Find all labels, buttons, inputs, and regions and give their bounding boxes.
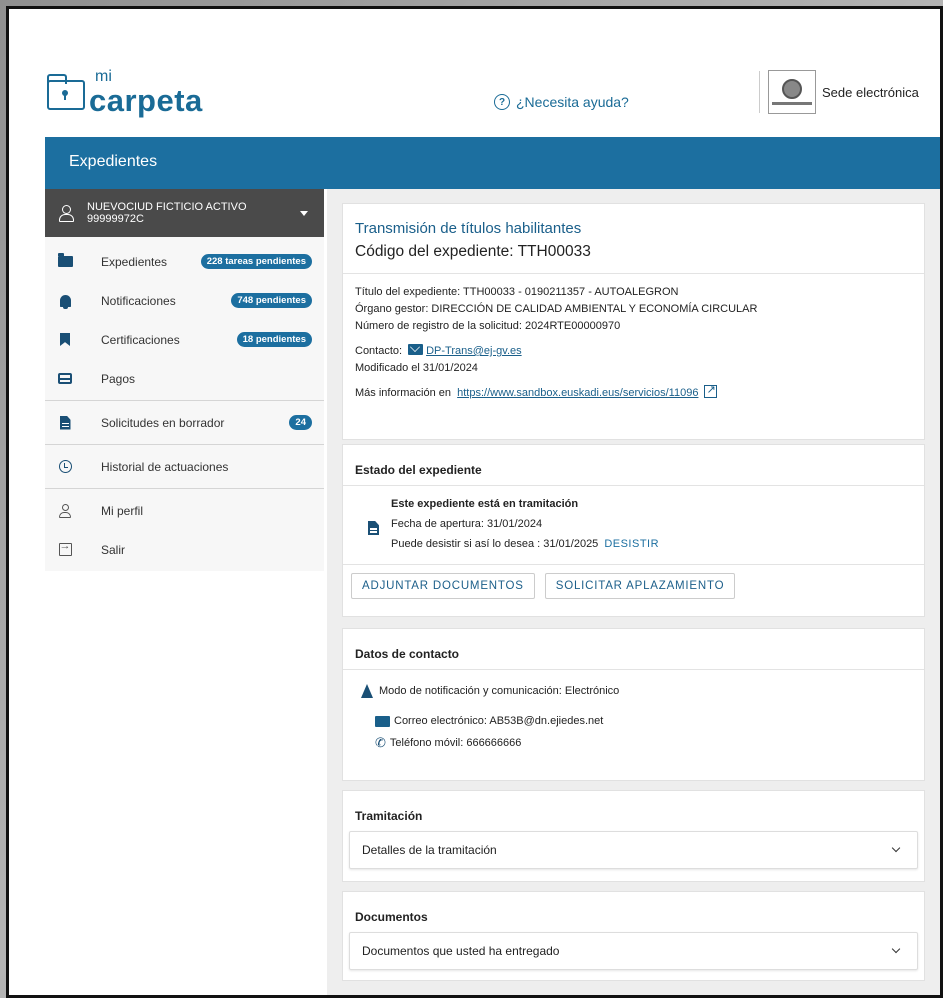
sidebar-item-label: Pagos (101, 371, 136, 386)
documentos-title: Documentos (355, 910, 428, 924)
bookmark-icon (60, 333, 70, 346)
phone-icon: ✆ (375, 735, 386, 750)
history-icon (58, 460, 72, 473)
pending-badge: 228 tareas pendientes (200, 254, 312, 269)
expediente-code: Código del expediente: TTH00033 (355, 243, 591, 260)
sede-label: Sede electrónica (822, 84, 919, 100)
desistir-link[interactable]: DESISTIR (604, 538, 659, 550)
pending-badge: 748 pendientes (231, 293, 312, 308)
modo-notificacion: Modo de notificación y comunicación: Ele… (379, 685, 620, 697)
expediente-organo: Órgano gestor: DIRECCIÓN DE CALIDAD AMBI… (355, 303, 758, 315)
card-icon (58, 373, 72, 384)
pending-badge: 24 (289, 415, 312, 430)
caret-down-icon (300, 210, 308, 216)
accordion-label: Documentos que usted ha entregado (362, 944, 560, 958)
contacto-row: Contacto: DP-Trans@ej-gv.es (355, 343, 912, 360)
user-name: NUEVOCIUD FICTICIO ACTIVO (87, 201, 247, 213)
logo-carpeta-text: carpeta (89, 83, 203, 118)
document-icon (368, 521, 379, 535)
expediente-card: Transmisión de títulos habilitantes Códi… (342, 203, 925, 440)
contacto-label: Contacto: (355, 345, 403, 357)
expediente-registro: Número de registro de la solicitud: 2024… (355, 320, 621, 332)
app-window: mi carpeta ? ¿Necesita ayuda? Sede elect… (6, 6, 943, 998)
sidebar-item-expedientes[interactable]: Expedientes 228 tareas pendientes (45, 242, 324, 281)
modificado-text: Modificado el 31/01/2024 (355, 362, 478, 374)
user-selector[interactable]: NUEVOCIUD FICTICIO ACTIVO 99999972C (45, 189, 324, 237)
mas-info-link[interactable]: https://www.sandbox.euskadi.eus/servicio… (457, 387, 698, 399)
folder-key-icon (46, 74, 85, 110)
navigation-arrow-icon (361, 684, 373, 698)
sidebar-item-label: Notificaciones (101, 293, 176, 308)
contacto-email-link[interactable]: DP-Trans@ej-gv.es (426, 345, 522, 357)
documentos-card: Documentos Documentos que usted ha entre… (342, 891, 925, 981)
question-icon: ? (494, 94, 510, 110)
mail-icon (408, 344, 424, 355)
expediente-titulo: Título del expediente: TTH00033 - 019021… (355, 286, 679, 298)
estado-card: Estado del expediente Este expediente es… (342, 444, 925, 617)
fecha-apertura: Fecha de apertura: 31/01/2024 (391, 518, 543, 530)
estado-title: Estado del expediente (343, 445, 924, 486)
sidebar-item-historial[interactable]: Historial de actuaciones (45, 447, 324, 486)
chevron-down-icon (891, 843, 901, 853)
sidebar-item-label: Salir (101, 542, 126, 557)
folder-icon (57, 253, 73, 267)
mail-icon (375, 715, 390, 727)
section-title: Expedientes (69, 153, 158, 170)
mi-carpeta-logo[interactable]: mi carpeta (46, 69, 203, 118)
expediente-title: Transmisión de títulos habilitantes (355, 220, 582, 237)
correo-electronico: Correo electrónico: AB53B@dn.ejiedes.net (394, 715, 604, 727)
divider (45, 444, 324, 445)
sidebar-item-label: Solicitudes en borrador (101, 415, 225, 430)
sidebar-item-mi-perfil[interactable]: Mi perfil (45, 491, 324, 530)
top-header: mi carpeta ? ¿Necesita ayuda? Sede elect… (9, 9, 940, 137)
bell-icon (59, 294, 71, 309)
user-id: 99999972C (87, 213, 144, 225)
sidebar-item-label: Historial de actuaciones (101, 459, 229, 474)
exit-icon (58, 540, 72, 556)
sidebar-item-label: Mi perfil (101, 503, 144, 518)
telefono-movil: Teléfono móvil: 666666666 (389, 737, 522, 749)
tramitacion-card: Tramitación Detalles de la tramitación (342, 790, 925, 882)
sidebar: NUEVOCIUD FICTICIO ACTIVO 99999972C Expe… (45, 189, 324, 571)
contacto-title: Datos de contacto (343, 629, 924, 670)
external-link-icon[interactable] (704, 382, 718, 399)
adjuntar-documentos-button[interactable]: ADJUNTAR DOCUMENTOS (351, 573, 535, 599)
solicitar-aplazamiento-button[interactable]: SOLICITAR APLAZAMIENTO (544, 573, 736, 599)
sidebar-item-certificaciones[interactable]: Certificaciones 18 pendientes (45, 320, 324, 359)
mas-info-label: Más información en (355, 387, 451, 399)
divider (45, 488, 324, 489)
help-label: ¿Necesita ayuda? (516, 94, 629, 110)
documentos-accordion[interactable]: Documentos que usted ha entregado (349, 932, 918, 970)
sidebar-item-label: Certificaciones (101, 332, 180, 347)
desistir-text: Puede desistir si así lo desea : 31/01/2… (391, 538, 599, 550)
sede-electronica-link[interactable]: Sede electrónica (759, 70, 919, 114)
main-content: Transmisión de títulos habilitantes Códi… (327, 189, 940, 995)
section-title-bar: Expedientes (45, 137, 940, 189)
user-icon (57, 204, 75, 222)
sidebar-item-pagos[interactable]: Pagos (45, 359, 324, 398)
user-icon (58, 503, 72, 518)
sidebar-item-label: Expedientes (101, 254, 168, 269)
mas-info-row: Más información en https://www.sandbox.e… (355, 382, 912, 402)
pending-badge: 18 pendientes (236, 332, 312, 347)
accordion-label: Detalles de la tramitación (362, 843, 497, 857)
estado-status: Este expediente está en tramitación (391, 498, 579, 510)
tramitacion-title: Tramitación (355, 809, 423, 823)
sidebar-item-notificaciones[interactable]: Notificaciones 748 pendientes (45, 281, 324, 320)
help-link[interactable]: ? ¿Necesita ayuda? (494, 94, 629, 110)
sidebar-item-salir[interactable]: Salir (45, 530, 324, 569)
sidebar-item-solicitudes-borrador[interactable]: Solicitudes en borrador 24 (45, 403, 324, 442)
chevron-down-icon (891, 944, 901, 954)
divider (45, 400, 324, 401)
tramitacion-accordion[interactable]: Detalles de la tramitación (349, 831, 918, 869)
contacto-card: Datos de contacto Modo de notificación y… (342, 628, 925, 781)
document-icon (59, 415, 71, 430)
government-seal-icon (768, 70, 816, 114)
